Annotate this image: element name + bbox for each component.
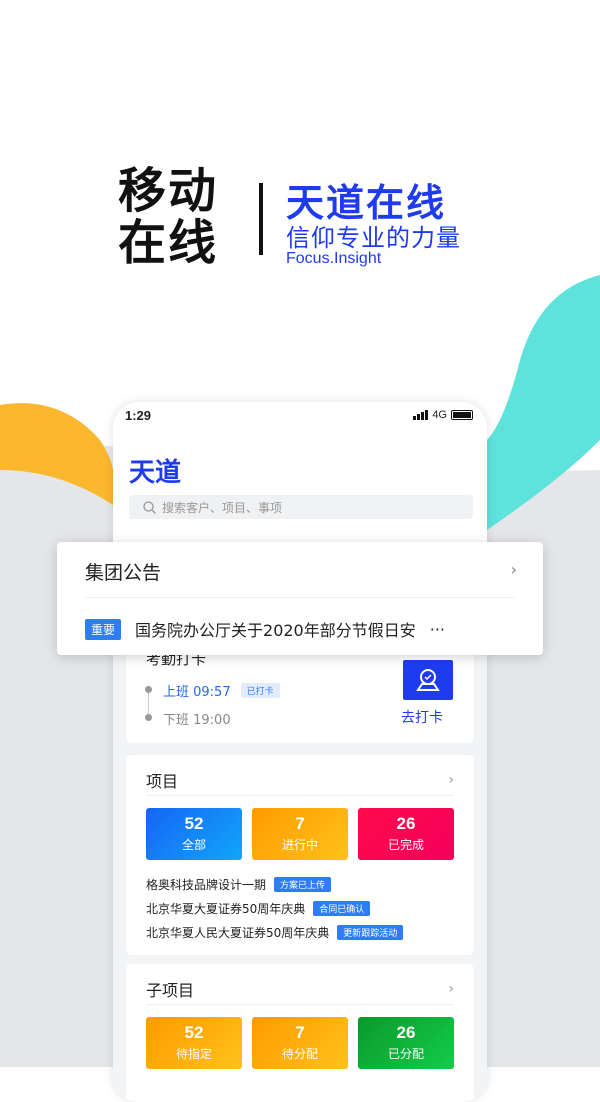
clock-in-label[interactable]: 去打卡 (401, 707, 443, 727)
hero-slogan: 移动 在线 (118, 163, 219, 271)
chevron-right-icon[interactable]: › (448, 772, 454, 788)
project-item[interactable]: 格奥科技品牌设计一期 方案已上传 (146, 872, 454, 896)
search-input[interactable]: 搜索客户、项目、事项 (129, 495, 473, 519)
search-icon (143, 500, 156, 514)
on-duty-status: 已打卡 (240, 683, 280, 698)
notice-title: 集团公告 (85, 562, 162, 584)
status-time: 1:29 (125, 408, 152, 423)
notice-card[interactable]: 集团公告 › 重要 国务院办公厅关于2020年部分节假日安 ··· (57, 542, 543, 655)
stat-distributed[interactable]: 26 已分配 (358, 1017, 454, 1069)
off-duty-time: 下班 19:00 (163, 713, 231, 728)
chevron-right-icon[interactable]: › (448, 981, 454, 997)
stat-to-distribute[interactable]: 7 待分配 (252, 1017, 348, 1069)
subprojects-title: 子项目 (146, 981, 195, 1000)
status-bar: 4G (413, 409, 473, 421)
location-check-icon (416, 669, 440, 691)
clock-in-button[interactable] (403, 660, 453, 700)
battery-icon (451, 410, 473, 420)
important-badge: 重要 (85, 618, 122, 640)
signal-icon (413, 410, 429, 420)
projects-card: 项目 › 52 全部 7 进行中 26 已完成 格奥科技品牌设计一期 方案已上传 北京华夏… (126, 755, 474, 955)
project-item[interactable]: 北京华夏大夏证券50周年庆典 合同已确认 (146, 896, 454, 920)
attendance-card: 考勤打卡 上班 09:57 已打卡 下班 19:00 去打卡 (126, 640, 474, 743)
hero-subtitle: 信仰专业的力量 (286, 224, 461, 252)
notice-text: 国务院办公厅关于2020年部分节假日安 (135, 621, 416, 640)
hero-english: Focus.Insight (286, 250, 382, 267)
projects-title: 项目 (146, 772, 179, 791)
project-item[interactable]: 北京华夏人民大夏证券50周年庆典 更新跟踪活动 (146, 920, 454, 944)
on-duty-time: 上班 09:57 (163, 685, 231, 700)
network-label: 4G (432, 409, 447, 421)
phone-mockup: 1:29 4G 天道 搜索客户、项目、事项 考勤打卡 上班 09:57 已打卡 … (113, 402, 487, 1102)
stat-in-progress[interactable]: 7 进行中 (252, 808, 348, 860)
stat-all[interactable]: 52 全部 (146, 808, 242, 860)
chevron-right-icon[interactable]: › (511, 560, 517, 579)
hero-divider (259, 183, 263, 255)
subprojects-card: 子项目 › 52 待指定 7 待分配 26 已分配 (126, 964, 474, 1102)
search-placeholder: 搜索客户、项目、事项 (162, 500, 283, 515)
app-title: 天道 (129, 458, 182, 488)
stat-to-assign[interactable]: 52 待指定 (146, 1017, 242, 1069)
stat-completed[interactable]: 26 已完成 (358, 808, 454, 860)
more-icon: ··· (429, 619, 446, 639)
